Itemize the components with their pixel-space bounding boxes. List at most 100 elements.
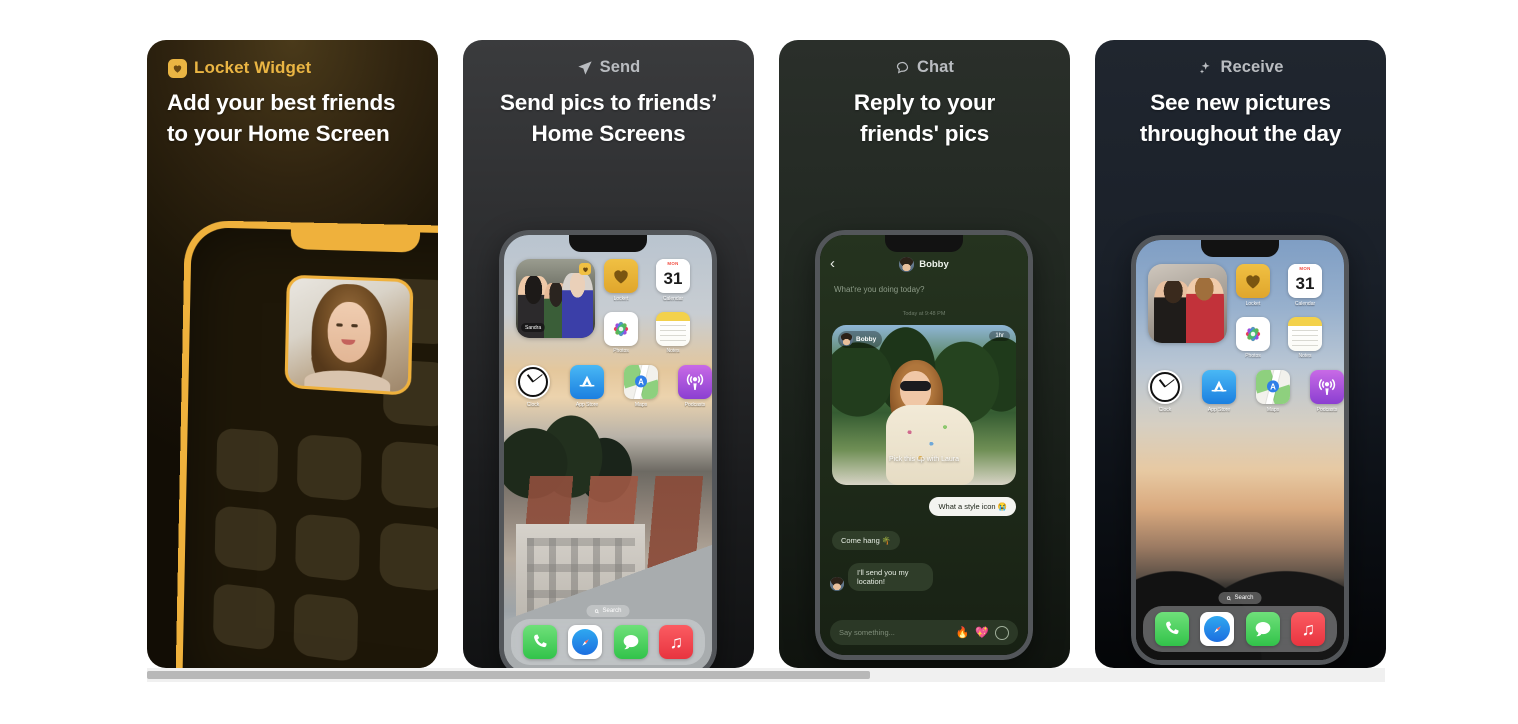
podcasts-app-icon [678,365,712,399]
screenshot-carousel[interactable]: Locket Widget Add your best friends to y… [147,40,1386,668]
app-notes[interactable]: Notes [656,311,690,354]
app-maps[interactable]: A Maps [624,365,658,408]
panel-chat[interactable]: Chat Reply to your friends' pics ‹ Bobby [779,40,1070,668]
panel-send[interactable]: Send Send pics to friends’ Home Screens [463,40,754,668]
phone-notch [290,222,421,253]
app-podcasts[interactable]: Podcasts [678,365,712,408]
home-screen: Sandra Locket MON 31 Calendar Photos Not… [504,235,712,668]
app-podcasts[interactable]: Podcasts [1310,370,1344,413]
app-label: Photos [1245,353,1261,359]
app-calendar[interactable]: MON 31 Calendar [656,259,690,302]
home-row-top: Locket MON 31 Calendar Photos Notes [1148,264,1332,359]
calendar-day: 31 [663,269,683,288]
safari-app-icon[interactable] [568,625,603,659]
headline-line-2: throughout the day [1139,120,1342,146]
speech-bubble-icon [896,61,909,74]
app-locket[interactable]: Locket [604,259,638,302]
photo-time-badge: 1hr [989,331,1010,341]
app-calendar[interactable]: MON 31 Calendar [1288,264,1322,307]
phone-screen: ‹ Bobby What're you doing today? Today a… [820,235,1028,655]
app-photos[interactable]: Photos [604,311,638,354]
reaction-heart-icon[interactable]: 💖 [975,626,989,639]
clock-app-icon [516,365,550,399]
phone-screen: Locket MON 31 Calendar Photos Notes Cloc… [1136,240,1344,660]
app-label: Calendar [662,295,684,302]
maps-pin-icon: A [1267,380,1279,393]
phone-app-icon[interactable] [522,625,557,659]
app-label: App Store [575,401,599,408]
photos-app-icon [1236,316,1270,351]
sparkle-icon [1200,61,1211,74]
app-label: Clock [1158,406,1172,413]
notes-app-icon [656,311,690,346]
contact-name: Bobby [919,258,949,270]
app-notes[interactable]: Notes [1288,316,1322,359]
app-label: Podcasts [1316,406,1338,413]
app-label: Locket [1245,300,1261,307]
app-maps[interactable]: A Maps [1256,370,1290,413]
app-locket[interactable]: Locket [1236,264,1270,307]
app-clock[interactable]: Clock [1148,370,1182,413]
locket-widget[interactable] [1148,264,1227,343]
locket-app-icon [604,259,638,293]
sender-avatar [840,333,853,346]
clock-app-icon [1148,370,1182,404]
music-app-icon[interactable]: ♫ [659,625,694,659]
home-apps-right: Locket MON 31 Calendar Photos Notes [604,259,690,354]
app-label: Notes [666,348,680,354]
locket-heart-icon [168,58,187,78]
music-app-icon[interactable]: ♫ [1291,612,1326,646]
phone-notch [885,235,963,252]
chat-screen: ‹ Bobby What're you doing today? Today a… [820,235,1028,655]
safari-app-icon[interactable] [1200,612,1235,646]
photo-sender-name: Bobby [856,336,877,343]
messages-app-icon[interactable] [1245,612,1280,646]
app-label: Podcasts [684,401,706,408]
widget-couple-photo [1148,264,1227,343]
app-label: Maps [634,401,648,408]
chat-photo-message[interactable]: Bobby 1hr Pick this up with Laura [832,325,1016,485]
panel-headline-send: Send pics to friends’ Home Screens [463,88,754,150]
app-label: App Store [1207,406,1231,413]
sender-avatar [830,577,844,591]
app-appstore[interactable]: App Store [570,365,604,408]
calendar-app-icon: MON 31 [1288,264,1322,298]
camera-refresh-icon[interactable] [995,625,1009,640]
app-label: Clock [526,401,540,408]
home-dock: ♫ [511,619,705,665]
reaction-fire-icon[interactable]: 🔥 [956,626,970,639]
app-photos[interactable]: Photos [1236,316,1270,359]
panel-locket-widget[interactable]: Locket Widget Add your best friends to y… [147,40,438,668]
home-row-second: Clock App Store A Maps Podcasts [1148,370,1344,413]
app-appstore[interactable]: App Store [1202,370,1236,413]
panel-headline-widget: Add your best friends to your Home Scree… [147,88,438,150]
panel-kicker-receive: Receive [1095,58,1386,77]
chevron-left-icon[interactable]: ‹ [830,255,835,273]
phone-screen: Sandra Locket MON 31 Calendar Photos Not… [504,235,712,668]
panel-receive[interactable]: Receive See new pictures throughout the … [1095,40,1386,668]
podcasts-app-icon [1310,370,1344,404]
home-search-pill[interactable]: Search [586,605,630,617]
horizontal-scrollbar-thumb[interactable] [147,671,870,679]
iphone-mock-send: Sandra Locket MON 31 Calendar Photos Not… [499,230,717,668]
home-search-pill[interactable]: Search [1218,592,1262,604]
appstore-app-icon [570,365,604,399]
chat-input-bar[interactable]: Say something... 🔥 💖 [830,620,1018,645]
chat-header: ‹ Bobby [820,253,1028,275]
search-label: Search [602,608,622,614]
app-clock[interactable]: Clock [516,365,550,408]
photo-subject [884,360,987,485]
messages-app-icon[interactable] [613,625,648,659]
phone-app-icon[interactable] [1154,612,1189,646]
panel-kicker-label: Locket Widget [194,58,312,77]
headline-line-2: to your Home Screen [167,120,390,146]
panel-kicker-label: Receive [1220,58,1284,76]
notes-app-icon [1288,316,1322,351]
panel-kicker-send: Send [463,58,754,77]
search-icon [594,608,599,613]
maps-app-icon: A [1256,370,1290,404]
locket-widget[interactable]: Sandra [516,259,595,338]
panel-headline-receive: See new pictures throughout the day [1095,88,1386,150]
widget-photo [287,277,411,396]
chat-bubble-incoming-2: I'll send you my location! [848,563,933,591]
